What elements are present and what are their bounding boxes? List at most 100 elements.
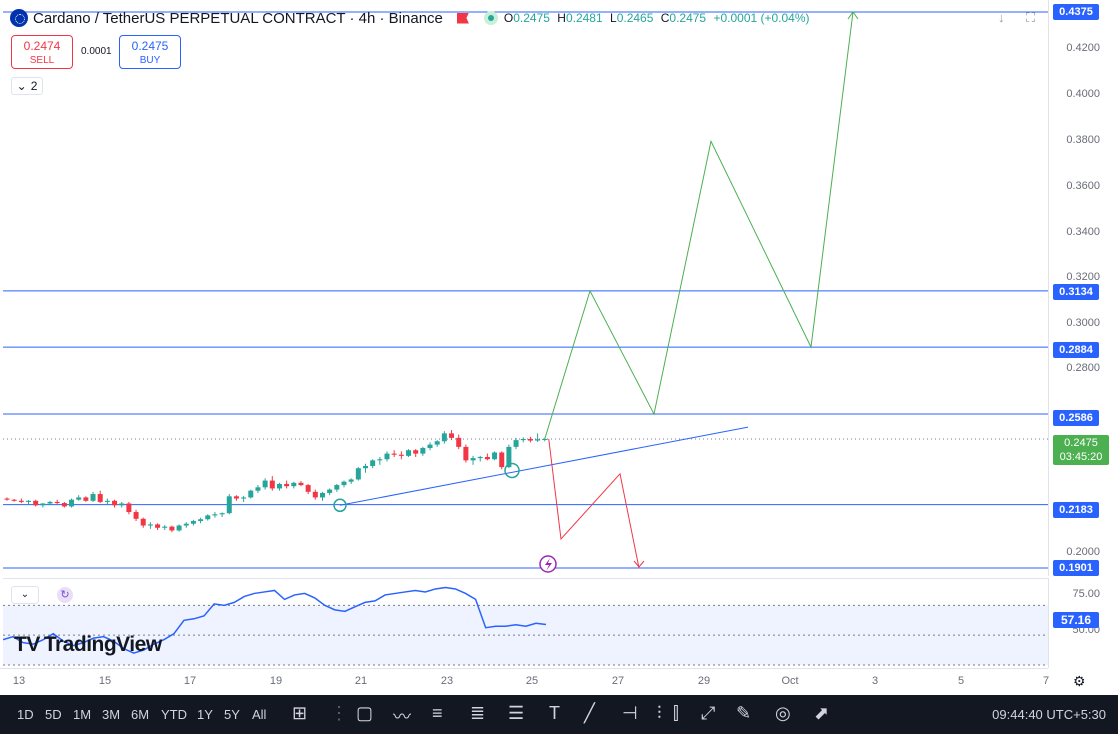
chart-header: Cardano / TetherUS PERPETUAL CONTRACT · …: [10, 9, 814, 27]
candle-body: [104, 500, 110, 502]
rsi-collapse-button[interactable]: ⌄: [11, 586, 39, 604]
candle-body: [233, 496, 239, 499]
download-icon[interactable]: ↓: [998, 10, 1005, 25]
range-ytd-button[interactable]: YTD: [161, 707, 187, 722]
candle-body: [33, 500, 39, 506]
range-6m-button[interactable]: 6M: [131, 707, 149, 722]
path-icon[interactable]: 〰: [393, 703, 411, 729]
horizontal-ray-icon[interactable]: ⊣: [622, 703, 638, 724]
tradingview-wordmark: TradingView: [43, 633, 162, 656]
sell-button[interactable]: 0.2474 SELL: [11, 35, 73, 69]
range-5d-button[interactable]: 5D: [45, 707, 62, 722]
price-tick: 0.3400: [1066, 226, 1100, 238]
trendline-icon[interactable]: ╱: [584, 703, 595, 724]
ohlc-change: +0.0001 (+0.04%): [713, 11, 810, 25]
price-tick: 0.3600: [1066, 180, 1100, 192]
candle-body: [155, 524, 161, 528]
candle-body: [377, 459, 383, 461]
time-tick-label: 23: [440, 675, 454, 687]
candle-body: [241, 497, 247, 499]
text-icon[interactable]: T: [549, 703, 560, 724]
symbol-title[interactable]: Cardano / TetherUS PERPETUAL CONTRACT · …: [33, 10, 443, 27]
brush-icon[interactable]: ✎: [736, 703, 751, 724]
ohlc-open-key: O: [503, 11, 514, 25]
buy-button[interactable]: 0.2475 BUY: [119, 35, 181, 69]
date-range-icon[interactable]: ⊞: [292, 703, 307, 724]
candle-body: [327, 489, 333, 493]
fullscreen-icon[interactable]: ⛶: [1026, 10, 1035, 26]
price-tick: 0.4200: [1066, 42, 1100, 54]
candle-body: [477, 456, 483, 459]
candle-body: [406, 450, 412, 456]
indicator-count: 2: [30, 79, 38, 93]
ohlc-high-value: 0.2481: [565, 11, 603, 25]
clock-timezone[interactable]: 09:44:40 UTC+5:30: [992, 707, 1106, 722]
time-tick-label: 21: [354, 675, 368, 687]
time-tick-label: 15: [98, 675, 112, 687]
price-tick: 0.3200: [1066, 271, 1100, 283]
time-tick-label: 5: [957, 675, 965, 687]
rsi-value-label: 57.16: [1053, 612, 1099, 628]
flag-icon[interactable]: [456, 12, 469, 24]
tradingview-logo[interactable]: TV TradingView: [14, 633, 162, 657]
candle-body: [492, 452, 498, 460]
bearish-projection-path: [548, 438, 640, 569]
level-label[interactable]: 0.4375: [1053, 4, 1099, 20]
candle-body: [54, 501, 60, 504]
candle-body: [284, 483, 290, 487]
short-position-icon[interactable]: ≣: [470, 703, 485, 724]
bottom-toolbar: 1D 5D 1M 3M 6M YTD 1Y 5Y All ⊞ ⋮ ▢ 〰 ≡ ≣…: [0, 695, 1118, 734]
tradingview-mark-icon: TV: [14, 633, 40, 656]
candle-body: [126, 503, 132, 513]
main-chart-pane[interactable]: [3, 0, 1048, 576]
candle-body: [190, 521, 196, 524]
level-label[interactable]: 0.2586: [1053, 410, 1099, 426]
level-label[interactable]: 0.3134: [1053, 284, 1099, 300]
candle-body: [542, 439, 548, 441]
range-1d-button[interactable]: 1D: [17, 707, 34, 722]
candle-body: [262, 480, 268, 488]
time-axis[interactable]: 13 15 17 19 21 23 25 27 29 Oct 3 5 7: [0, 668, 1050, 694]
candle-body: [119, 503, 125, 506]
range-5y-button[interactable]: 5Y: [224, 707, 240, 722]
time-tick-label: 7: [1042, 675, 1050, 687]
range-1y-button[interactable]: 1Y: [197, 707, 213, 722]
level-label[interactable]: 0.1901: [1053, 560, 1099, 576]
xabcd-icon[interactable]: ⤢: [701, 703, 715, 724]
candle-body: [363, 465, 368, 469]
candle-body: [183, 523, 189, 526]
eye-icon[interactable]: ◎: [775, 703, 791, 724]
price-tick: 0.4000: [1066, 88, 1100, 100]
price-chart-svg[interactable]: [3, 0, 1048, 576]
candle-body: [198, 519, 204, 522]
drag-handle-icon[interactable]: ⋮: [330, 703, 348, 724]
level-label[interactable]: 0.2183: [1053, 502, 1099, 518]
bar-countdown: 03:45:20: [1059, 451, 1103, 463]
chevron-down-icon: ⌄: [16, 79, 27, 93]
long-position-icon[interactable]: ≡: [432, 703, 443, 724]
range-1m-button[interactable]: 1M: [73, 707, 91, 722]
candle-body: [176, 525, 182, 531]
candle-body: [434, 441, 440, 445]
sync-icon[interactable]: ↻: [57, 587, 73, 603]
current-price-label: 0.2475 03:45:20: [1053, 435, 1109, 465]
fib-icon[interactable]: ⫶: [657, 703, 662, 724]
indicators-toggle[interactable]: ⌄ 2: [11, 77, 43, 95]
range-3m-button[interactable]: 3M: [102, 707, 120, 722]
settings-gear-icon[interactable]: ⚙: [1073, 673, 1086, 690]
candle-body: [298, 482, 304, 486]
parallel-channel-icon[interactable]: ☰: [508, 703, 524, 724]
range-all-button[interactable]: All: [252, 707, 266, 722]
price-axis[interactable]: 0.4200 0.4000 0.3800 0.3600 0.3400 0.320…: [1048, 0, 1118, 576]
candle-body: [26, 500, 32, 502]
bars-icon[interactable]: ⫿: [673, 703, 679, 724]
rectangle-icon[interactable]: ▢: [356, 703, 373, 724]
market-open-icon: [483, 11, 498, 25]
candle-body: [484, 456, 490, 460]
cardano-logo-icon: [10, 9, 28, 27]
current-price-value: 0.2475: [1064, 437, 1098, 449]
level-label[interactable]: 0.2884: [1053, 342, 1099, 358]
arrow-icon[interactable]: ⬈: [814, 703, 829, 724]
time-tick-label: 27: [611, 675, 625, 687]
pivot-circle-marker: [504, 462, 520, 479]
